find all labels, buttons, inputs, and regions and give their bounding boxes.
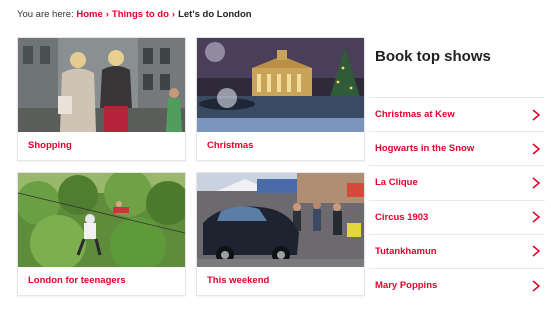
card-title[interactable]: Christmas [207,140,253,151]
breadcrumb: You are here: Home › Things to do › Let's do… [17,9,252,20]
card-christmas[interactable]: Christmas [196,37,365,161]
card-title[interactable]: London for teenagers [28,275,126,286]
show-item[interactable]: Circus 1903 [369,199,545,234]
breadcrumb-prefix: You are here: [17,9,74,20]
shopping-photo[interactable] [18,38,185,132]
breadcrumb-separator: › [105,9,109,20]
chevron-right-icon[interactable] [529,279,543,293]
chevron-right-icon[interactable] [529,108,543,122]
chevron-right-icon[interactable] [529,210,543,224]
shows-title: Book top shows [375,48,491,65]
zipwire-photo[interactable] [18,173,185,267]
show-item[interactable]: Tutankhamun [369,233,545,268]
card-this-weekend[interactable]: This weekend [196,172,365,296]
show-label[interactable]: Circus 1903 [375,212,428,223]
breadcrumb-current: Let's do London [178,9,252,20]
breadcrumb-home-link[interactable]: Home [76,9,102,20]
card-london-for-teenagers[interactable]: London for teenagers [17,172,186,296]
breadcrumb-things-to-do-link[interactable]: Things to do [112,9,169,20]
street-event-photo[interactable] [197,173,364,267]
breadcrumb-separator: › [171,9,176,20]
show-label[interactable]: Hogwarts in the Snow [375,143,474,154]
christmas-photo[interactable] [197,38,364,132]
show-item[interactable]: Mary Poppins [369,267,545,302]
chevron-right-icon[interactable] [529,142,543,156]
show-label[interactable]: Christmas at Kew [375,109,455,120]
card-shopping[interactable]: Shopping [17,37,186,161]
book-top-shows-panel: Book top shows Christmas at Kew Hogwarts… [369,37,545,302]
show-item[interactable]: Christmas at Kew [369,97,545,131]
show-label[interactable]: Tutankhamun [375,246,437,257]
show-item[interactable]: Hogwarts in the Snow [369,131,545,165]
show-item[interactable]: La Clique [369,165,545,199]
show-label[interactable]: La Clique [375,177,418,188]
card-title[interactable]: This weekend [207,275,269,286]
chevron-right-icon[interactable] [529,176,543,190]
chevron-right-icon[interactable] [529,244,543,258]
show-label[interactable]: Mary Poppins [375,280,437,291]
card-title[interactable]: Shopping [28,140,72,151]
